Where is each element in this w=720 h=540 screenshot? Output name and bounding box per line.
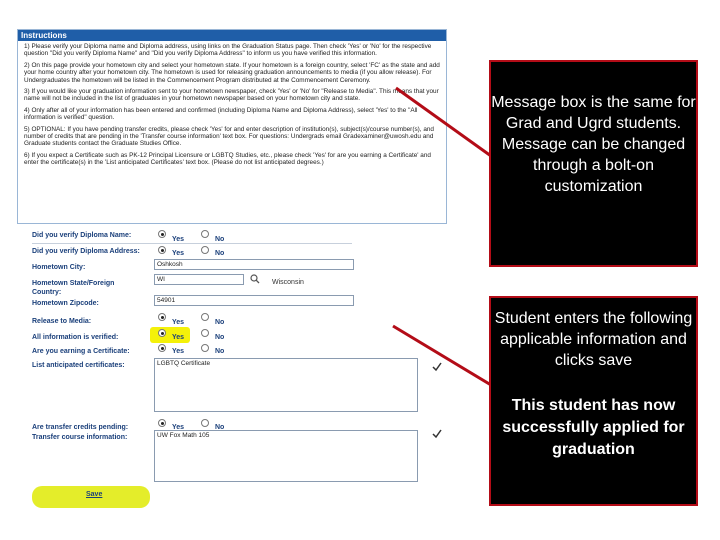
callout-student-save: Student enters the following applicable …	[489, 296, 698, 506]
callout-top-pointer	[395, 86, 492, 158]
callout-bottom-bold-text: This student has now successfully applie…	[502, 397, 685, 458]
callout-bottom-pointer	[392, 324, 492, 387]
callout-top-text: Message box is the same for Grad and Ugr…	[491, 94, 696, 195]
callout-bottom-text: Student enters the following applicable …	[494, 310, 693, 369]
callout-message-box: Message box is the same for Grad and Ugr…	[489, 60, 698, 267]
